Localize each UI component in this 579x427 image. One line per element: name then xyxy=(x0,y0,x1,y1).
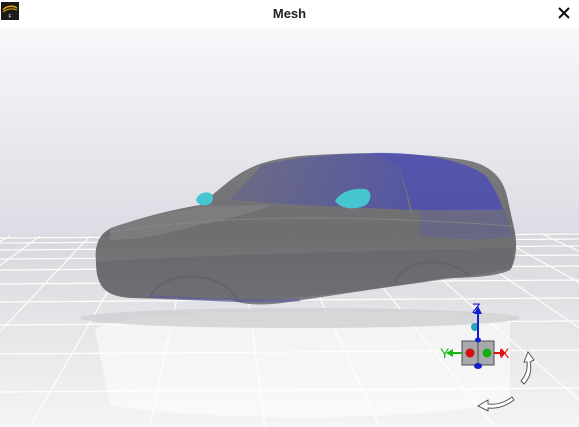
mesh-window: F Mesh Z Y X xyxy=(0,0,579,427)
window-title: Mesh xyxy=(272,6,307,21)
rotate-vertical-icon[interactable] xyxy=(518,350,540,388)
close-icon[interactable] xyxy=(555,4,573,22)
z-axis-label: Z xyxy=(472,300,481,316)
rotate-horizontal-icon[interactable] xyxy=(476,393,516,413)
x-axis-label: X xyxy=(500,345,510,361)
titlebar: F Mesh xyxy=(0,0,579,28)
axis-triad[interactable]: Z Y X xyxy=(438,300,518,380)
y-axis-label: Y xyxy=(440,345,450,361)
